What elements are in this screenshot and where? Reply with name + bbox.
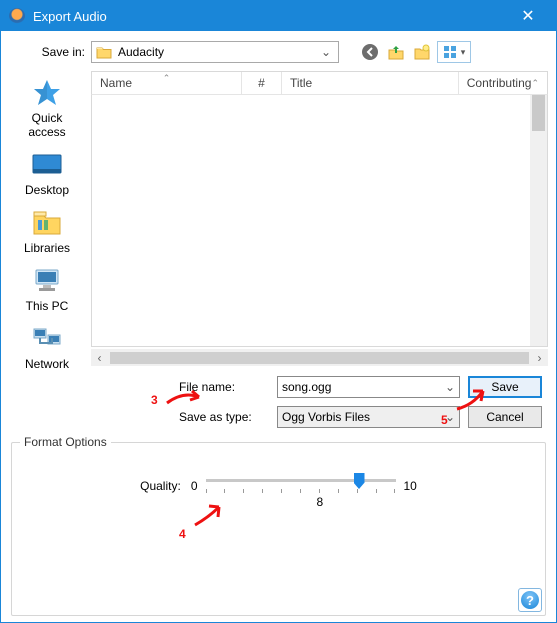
save-button[interactable]: Save	[468, 376, 542, 398]
place-network[interactable]: Network	[11, 321, 83, 373]
file-list[interactable]	[92, 95, 530, 346]
back-button[interactable]	[359, 41, 381, 63]
place-label: Desktop	[25, 183, 69, 197]
place-quick-access[interactable]: Quick access	[11, 75, 83, 141]
chevron-down-icon[interactable]: ⌄	[318, 45, 334, 59]
format-options-group: Format Options Quality: 0 8 10	[11, 442, 546, 616]
cancel-button[interactable]: Cancel	[468, 406, 542, 428]
help-button[interactable]: ?	[518, 588, 542, 612]
vertical-scrollbar[interactable]	[530, 95, 547, 346]
quality-min: 0	[191, 479, 198, 493]
help-icon: ?	[521, 591, 539, 609]
chevron-down-icon[interactable]: ⌄	[441, 380, 459, 394]
dialog-content: Save in: Audacity ⌄ ▾ Quick access Deskt…	[1, 31, 556, 622]
sort-caret-icon: ⌃	[163, 73, 171, 84]
place-label: Quick access	[13, 111, 81, 139]
place-desktop[interactable]: Desktop	[11, 147, 83, 199]
folder-icon	[96, 45, 112, 59]
quality-slider[interactable]: 8	[206, 471, 396, 501]
star-icon	[29, 77, 65, 109]
scroll-right-icon[interactable]: ›	[531, 351, 548, 365]
file-list-area: Name⌃ # Title Contributing⌃ ‹ › File nam…	[91, 71, 548, 428]
save-in-row: Save in: Audacity ⌄ ▾	[33, 41, 546, 63]
col-title[interactable]: Title	[282, 72, 459, 94]
slider-thumb[interactable]	[354, 473, 365, 489]
sort-caret-icon: ⌃	[531, 78, 539, 89]
place-this-pc[interactable]: This PC	[11, 263, 83, 315]
list-header: Name⌃ # Title Contributing⌃	[91, 71, 548, 95]
save-as-type-value: Ogg Vorbis Files	[282, 410, 370, 424]
titlebar: Export Audio ✕	[1, 1, 556, 31]
app-icon	[9, 8, 25, 24]
nav-buttons: ▾	[359, 41, 471, 63]
col-name[interactable]: Name⌃	[92, 72, 242, 94]
save-in-combo[interactable]: Audacity ⌄	[91, 41, 339, 63]
place-label: Network	[25, 357, 69, 371]
list-body-wrap	[91, 95, 548, 347]
slider-rail	[206, 479, 396, 482]
this-pc-icon	[29, 265, 65, 297]
desktop-icon	[29, 149, 65, 181]
window-title: Export Audio	[33, 9, 508, 24]
views-button[interactable]: ▾	[437, 41, 471, 63]
form-rows: File name: ⌄ Save Save as type: Ogg Vorb…	[179, 376, 542, 428]
main-area: Quick access Desktop Libraries This PC N…	[11, 71, 546, 428]
file-name-label: File name:	[179, 380, 269, 394]
save-as-type-label: Save as type:	[179, 410, 269, 424]
quality-label: Quality:	[140, 479, 181, 493]
scroll-track[interactable]	[110, 352, 529, 364]
col-num[interactable]: #	[242, 72, 282, 94]
slider-ticks	[206, 489, 396, 493]
horizontal-scrollbar[interactable]: ‹ ›	[91, 349, 548, 366]
scroll-thumb[interactable]	[532, 95, 545, 131]
network-icon	[29, 323, 65, 355]
chevron-down-icon: ⌄	[445, 410, 455, 424]
scroll-left-icon[interactable]: ‹	[91, 351, 108, 365]
quality-value: 8	[317, 495, 324, 509]
chevron-down-icon: ▾	[461, 47, 466, 58]
place-libraries[interactable]: Libraries	[11, 205, 83, 257]
save-as-type-combo[interactable]: Ogg Vorbis Files ⌄	[277, 406, 460, 428]
place-label: Libraries	[24, 241, 70, 255]
close-button[interactable]: ✕	[508, 1, 548, 31]
up-button[interactable]	[385, 41, 407, 63]
places-bar: Quick access Desktop Libraries This PC N…	[11, 71, 83, 428]
new-folder-button[interactable]	[411, 41, 433, 63]
save-in-label: Save in:	[33, 45, 85, 59]
save-in-value: Audacity	[118, 45, 164, 59]
libraries-icon	[29, 207, 65, 239]
format-options-legend: Format Options	[20, 435, 111, 449]
place-label: This PC	[26, 299, 69, 313]
file-name-input[interactable]	[278, 380, 441, 394]
col-contrib[interactable]: Contributing⌃	[459, 72, 547, 94]
file-name-field-wrap: ⌄	[277, 376, 460, 398]
quality-row: Quality: 0 8 10	[22, 471, 535, 501]
quality-max: 10	[404, 479, 417, 493]
